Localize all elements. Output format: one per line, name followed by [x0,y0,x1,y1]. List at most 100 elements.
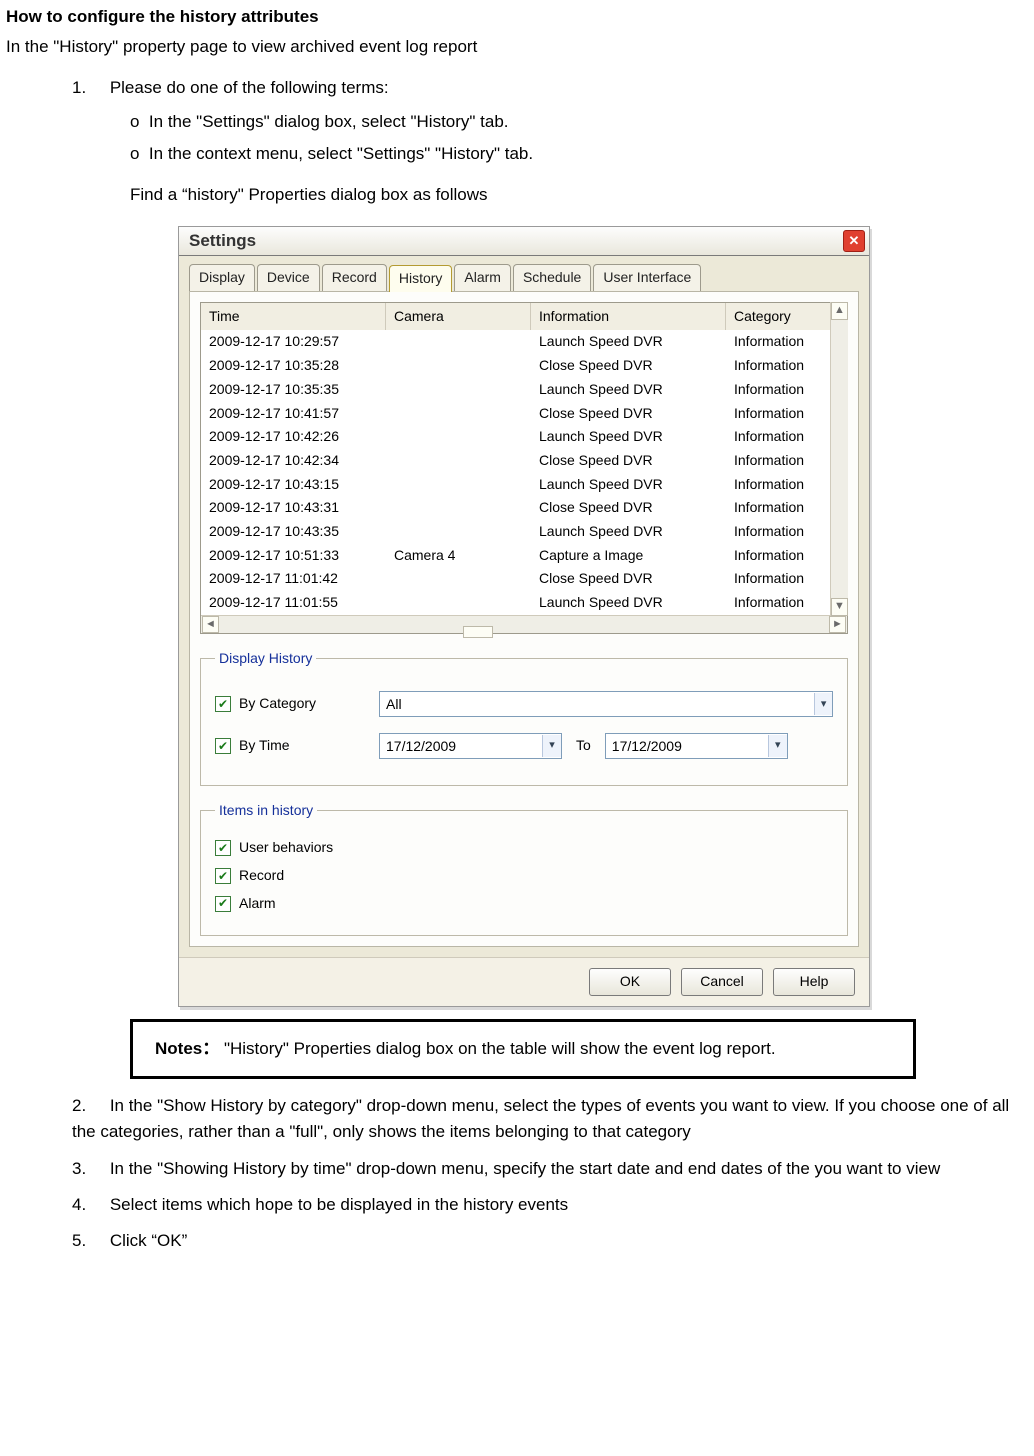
table-cell: Information [726,354,836,378]
date-from-value[interactable] [380,735,542,757]
tab-display[interactable]: Display [189,264,255,291]
table-row[interactable]: 2009-12-17 10:51:33Camera 4Capture a Ima… [201,544,847,568]
table-cell: Close Speed DVR [531,496,726,520]
table-cell: Camera 4 [386,544,531,568]
record-checkbox[interactable]: ✔ Record [215,865,833,887]
category-value[interactable] [380,693,814,715]
dialog-title: Settings [189,228,256,254]
chevron-down-icon[interactable]: ▾ [542,735,561,757]
table-cell [386,520,531,544]
horizontal-scrollbar[interactable]: ◄ ► [201,615,847,633]
help-button[interactable]: Help [773,968,855,996]
table-cell [386,354,531,378]
table-cell: Close Speed DVR [531,354,726,378]
table-cell: Capture a Image [531,544,726,568]
check-icon: ✔ [215,868,231,884]
tab-schedule[interactable]: Schedule [513,264,591,291]
table-cell: Information [726,520,836,544]
step-3: 3. In the "Showing History by time" drop… [72,1156,1028,1182]
table-cell: 2009-12-17 10:41:57 [201,402,386,426]
scroll-down-icon[interactable]: ▼ [831,598,848,616]
tab-alarm[interactable]: Alarm [454,264,511,291]
scroll-right-icon[interactable]: ► [829,616,846,633]
tab-record[interactable]: Record [322,264,387,291]
table-cell [386,402,531,426]
table-row[interactable]: 2009-12-17 10:42:34Close Speed DVRInform… [201,449,847,473]
ok-button[interactable]: OK [589,968,671,996]
cancel-button[interactable]: Cancel [681,968,763,996]
by-category-checkbox[interactable]: ✔ By Category [215,693,365,715]
substep-text: In the context menu, select "Settings" "… [149,144,533,163]
step-number: 4. [72,1195,86,1214]
chevron-down-icon[interactable]: ▾ [768,735,787,757]
chevron-down-icon[interactable]: ▾ [814,693,832,715]
table-cell: Close Speed DVR [531,402,726,426]
close-icon[interactable]: ✕ [843,230,865,252]
tab-device[interactable]: Device [257,264,320,291]
table-cell: Close Speed DVR [531,449,726,473]
step-number: 2. [72,1096,86,1115]
page-title: How to configure the history attributes [6,4,1034,30]
table-cell: Information [726,567,836,591]
table-row[interactable]: 2009-12-17 11:01:42Close Speed DVRInform… [201,567,847,591]
tab-history[interactable]: History [389,265,453,292]
col-time[interactable]: Time [201,303,386,331]
table-cell [386,473,531,497]
table-row[interactable]: 2009-12-17 10:41:57Close Speed DVRInform… [201,402,847,426]
table-cell: Launch Speed DVR [531,520,726,544]
alarm-checkbox[interactable]: ✔ Alarm [215,893,833,915]
checkbox-label: Record [239,865,284,887]
table-cell [386,378,531,402]
table-row[interactable]: 2009-12-17 10:29:57Launch Speed DVRInfor… [201,330,847,354]
col-information[interactable]: Information [531,303,726,331]
date-to-select[interactable]: ▾ [605,733,788,759]
table-row[interactable]: 2009-12-17 10:43:31Close Speed DVRInform… [201,496,847,520]
tab-userinterface[interactable]: User Interface [593,264,701,291]
table-cell: Information [726,330,836,354]
scroll-up-icon[interactable]: ▲ [831,302,848,320]
history-panel: Time Camera Information Category 2009-12… [189,291,859,947]
dialog-titlebar: Settings ✕ [179,227,869,256]
table-cell: Information [726,473,836,497]
table-cell: Information [726,591,836,615]
table-row[interactable]: 2009-12-17 10:43:15Launch Speed DVRInfor… [201,473,847,497]
table-cell: 2009-12-17 10:42:26 [201,425,386,449]
scroll-grip[interactable] [463,626,493,638]
table-row[interactable]: 2009-12-17 10:42:26Launch Speed DVRInfor… [201,425,847,449]
find-text: Find a “history" Properties dialog box a… [130,182,1034,208]
table-cell: 2009-12-17 11:01:42 [201,567,386,591]
col-category[interactable]: Category [726,303,836,331]
dialog-buttons: OK Cancel Help [179,957,869,1006]
checkbox-label: Alarm [239,893,276,915]
table-cell [386,330,531,354]
notes-box: Notes： "History" Properties dialog box o… [130,1019,916,1079]
checkbox-label: User behaviors [239,837,333,859]
substep-a: o In the "Settings" dialog box, select "… [130,109,1034,135]
table-cell: 2009-12-17 10:43:35 [201,520,386,544]
scroll-left-icon[interactable]: ◄ [202,616,219,633]
substep-text: In the "Settings" dialog box, select "Hi… [149,112,509,131]
table-cell: 2009-12-17 10:35:28 [201,354,386,378]
vertical-scrollbar[interactable]: ▲ ▼ [830,302,848,616]
date-to-value[interactable] [606,735,768,757]
step-number: 5. [72,1231,86,1250]
by-time-checkbox[interactable]: ✔ By Time [215,735,365,757]
step-number: 3. [72,1159,86,1178]
user-behaviors-checkbox[interactable]: ✔ User behaviors [215,837,833,859]
step-1: 1. Please do one of the following terms: [72,75,1034,101]
table-row[interactable]: 2009-12-17 11:01:55Launch Speed DVRInfor… [201,591,847,615]
by-time-label: By Time [239,735,290,757]
table-row[interactable]: 2009-12-17 10:35:35Launch Speed DVRInfor… [201,378,847,402]
table-row[interactable]: 2009-12-17 10:43:35 Launch Speed DVRInfor… [201,520,847,544]
step-number: 1. [72,78,86,97]
step-text: Select items which hope to be displayed … [110,1195,568,1214]
table-cell: 2009-12-17 10:35:35 [201,378,386,402]
date-from-select[interactable]: ▾ [379,733,562,759]
check-icon: ✔ [215,738,231,754]
step-text: In the "Showing History by time" drop-do… [110,1159,940,1178]
table-cell [386,496,531,520]
col-camera[interactable]: Camera [386,303,531,331]
table-cell: Information [726,378,836,402]
category-select[interactable]: ▾ [379,691,833,717]
table-row[interactable]: 2009-12-17 10:35:28 Close Speed DVRInform… [201,354,847,378]
